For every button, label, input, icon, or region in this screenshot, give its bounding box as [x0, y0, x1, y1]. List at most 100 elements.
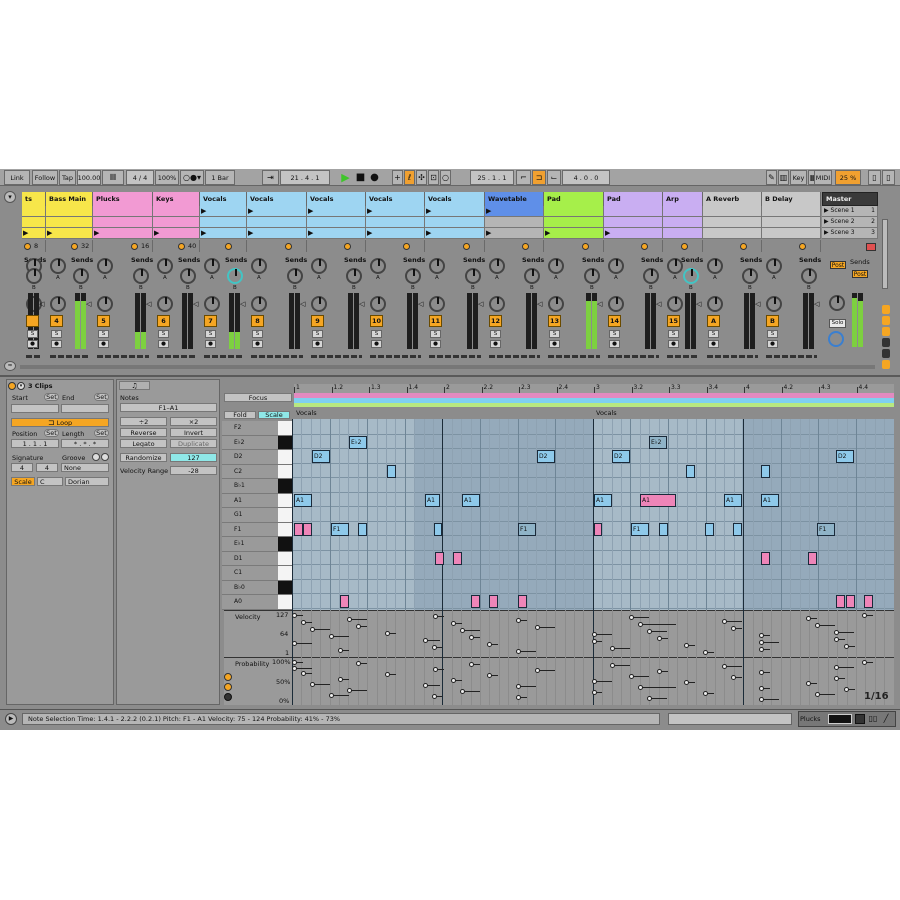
- arm-button[interactable]: ●: [252, 340, 263, 348]
- clip-launch-icon[interactable]: ▶: [367, 207, 372, 216]
- clip-slot[interactable]: ▶: [247, 228, 307, 239]
- scale-root-dropdown[interactable]: C: [37, 477, 63, 486]
- solo-button[interactable]: S: [252, 330, 263, 338]
- velocity-range-field[interactable]: -28: [170, 466, 217, 475]
- zoom-field[interactable]: 100%: [155, 170, 179, 185]
- fold-button[interactable]: Fold: [224, 411, 256, 419]
- send-a-knob[interactable]: [157, 258, 173, 274]
- midi-note[interactable]: F1: [518, 522, 536, 536]
- track-header[interactable]: Pad: [544, 192, 604, 206]
- clip-slot[interactable]: [663, 228, 703, 239]
- link-button[interactable]: Link: [4, 170, 30, 185]
- scene-launch[interactable]: ▶ Scene 33: [822, 228, 878, 239]
- clip-activator-icon[interactable]: [8, 382, 16, 390]
- solo-button[interactable]: S: [668, 330, 679, 338]
- piano-key[interactable]: [278, 566, 292, 581]
- scene-launch-icon[interactable]: ▶: [824, 218, 829, 225]
- clip-slot[interactable]: [93, 206, 153, 217]
- track-activator-button[interactable]: 12: [489, 315, 502, 327]
- clip-launch-icon[interactable]: ▶: [201, 229, 206, 238]
- send-b-knob[interactable]: [405, 268, 421, 284]
- send-b-knob[interactable]: [643, 268, 659, 284]
- position-set-button[interactable]: Set: [44, 429, 59, 437]
- clip-slot[interactable]: [93, 217, 153, 228]
- clip-launch-icon[interactable]: ▶: [308, 229, 313, 238]
- commit-groove-icon[interactable]: [101, 453, 109, 461]
- track-crossfade-strip[interactable]: [766, 355, 817, 358]
- midi-note[interactable]: [864, 595, 873, 608]
- midi-note[interactable]: [659, 522, 668, 536]
- clip-slot[interactable]: ▶: [22, 228, 46, 239]
- arm-button[interactable]: ●: [767, 340, 778, 348]
- volume-fader-icon[interactable]: ◁: [359, 300, 364, 308]
- pan-knob[interactable]: [157, 296, 173, 312]
- mixer-toggle-icon[interactable]: ≈: [4, 361, 16, 371]
- reverse-button[interactable]: Reverse: [120, 428, 167, 437]
- track-header[interactable]: Vocals: [200, 192, 247, 206]
- midi-note[interactable]: [435, 551, 444, 565]
- send-a-knob[interactable]: [50, 258, 66, 274]
- arm-button[interactable]: ●: [205, 340, 216, 348]
- time-signature-field[interactable]: 4 / 4: [126, 170, 154, 185]
- solo-button[interactable]: S: [430, 330, 441, 338]
- duplicate-button[interactable]: Duplicate: [170, 439, 217, 448]
- split-view-icon[interactable]: ▯▯: [868, 714, 878, 724]
- track-activator-button[interactable]: A: [707, 315, 720, 327]
- track-crossfade-strip[interactable]: [667, 355, 699, 358]
- send-a-knob[interactable]: [489, 258, 505, 274]
- end-field[interactable]: [61, 404, 109, 413]
- arm-button[interactable]: ●: [549, 340, 560, 348]
- note-range-field[interactable]: F1–A1: [120, 403, 217, 412]
- midi-note[interactable]: [294, 522, 303, 536]
- volume-fader-icon[interactable]: ◁: [39, 300, 44, 308]
- clip-slot[interactable]: [22, 217, 46, 228]
- clip-launch-icon[interactable]: ▶: [23, 229, 28, 238]
- clip-launch-icon[interactable]: ▶: [308, 207, 313, 216]
- piano-key[interactable]: [278, 580, 292, 595]
- track-menu-icon[interactable]: [855, 714, 865, 724]
- track-header[interactable]: Vocals: [307, 192, 366, 206]
- arm-button[interactable]: ●: [430, 340, 441, 348]
- clip-slot[interactable]: ▶: [93, 228, 153, 239]
- clip-slot[interactable]: [544, 217, 604, 228]
- clip-slot[interactable]: ▶: [307, 228, 366, 239]
- solo-button[interactable]: S: [549, 330, 560, 338]
- midi-note[interactable]: A1: [761, 493, 779, 507]
- clip-launch-icon[interactable]: ▶: [486, 229, 491, 238]
- stop-all-clips-icon[interactable]: [866, 243, 876, 251]
- volume-fader-icon[interactable]: ◁: [478, 300, 483, 308]
- arm-button[interactable]: ●: [668, 340, 679, 348]
- clip-slot[interactable]: [307, 217, 366, 228]
- solo-button[interactable]: S: [767, 330, 778, 338]
- clip-slot[interactable]: [153, 206, 200, 217]
- solo-button[interactable]: S: [158, 330, 169, 338]
- midi-note[interactable]: F1: [817, 522, 835, 536]
- midi-note[interactable]: A1: [640, 493, 676, 507]
- midi-note[interactable]: A1: [724, 493, 742, 507]
- start-set-button[interactable]: Set: [44, 393, 59, 401]
- track-activator-button[interactable]: 5: [97, 315, 110, 327]
- clip-slot[interactable]: [604, 206, 663, 217]
- midi-note[interactable]: A1: [425, 493, 440, 507]
- tempo-field[interactable]: 100.00: [77, 170, 101, 185]
- send-b-knob[interactable]: [180, 268, 196, 284]
- midi-note[interactable]: E♭2: [649, 435, 667, 449]
- solo-cue-button[interactable]: Solo: [829, 319, 846, 328]
- pan-knob[interactable]: [707, 296, 723, 312]
- session-record-icon[interactable]: ⊡: [428, 170, 439, 185]
- scale-highlight-button[interactable]: Scale: [258, 411, 290, 419]
- volume-fader-icon[interactable]: ◁: [146, 300, 151, 308]
- start-field[interactable]: [11, 404, 59, 413]
- midi-note[interactable]: [808, 551, 817, 565]
- midi-note[interactable]: F1: [631, 522, 649, 536]
- follow-button[interactable]: Follow: [32, 170, 58, 185]
- send-b-knob[interactable]: [742, 268, 758, 284]
- clip-fold-icon[interactable]: ▾: [17, 382, 25, 390]
- timeline-ruler[interactable]: 1 1.2 1.3 1.4 2 2.2 2.3 2.4 3 3.2 3.3 3.4 4 4.2 4.3 4.4: [294, 384, 894, 393]
- midi-note[interactable]: D2: [537, 450, 555, 463]
- cue-volume-knob[interactable]: [828, 331, 844, 347]
- midi-map-button[interactable]: MIDI: [814, 170, 832, 185]
- track-activator-button[interactable]: 4: [50, 315, 63, 327]
- pan-knob[interactable]: [370, 296, 386, 312]
- midi-note[interactable]: [387, 464, 396, 478]
